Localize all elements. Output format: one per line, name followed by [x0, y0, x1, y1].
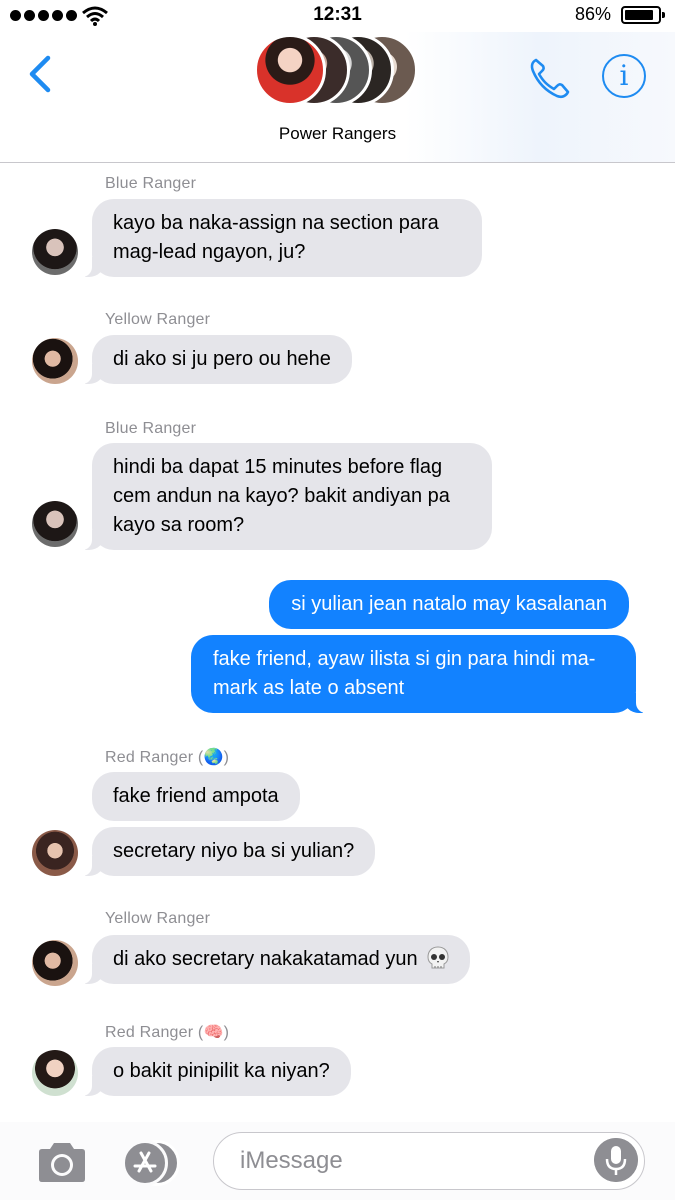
- sender-label: Blue Ranger: [105, 175, 197, 192]
- message-text: si yulian jean natalo may kasalanan: [291, 593, 607, 615]
- message-bubble[interactable]: hindi ba dapat 15 minutes before flag ce…: [80, 443, 492, 550]
- group-name[interactable]: Power Rangers: [0, 124, 675, 144]
- conversation-header: Power Rangers i: [0, 32, 675, 163]
- skull-icon: [427, 946, 449, 969]
- status-bar: 12:31 86%: [0, 0, 675, 32]
- message-text: di ako si ju pero ou hehe: [113, 348, 331, 370]
- sender-label: Red Ranger (🧠): [105, 1024, 230, 1041]
- avatar: [254, 34, 326, 106]
- message-text: di ako secretary nakakatamad yun: [113, 948, 418, 970]
- avatar: [32, 830, 78, 876]
- sender-label: Yellow Ranger: [105, 910, 211, 927]
- message-bubble[interactable]: kayo ba naka-assign na section para mag-…: [80, 199, 482, 277]
- sender-label: Red Ranger (🌏): [105, 749, 230, 766]
- message-bubble[interactable]: di ako secretary nakakatamad yun: [79, 935, 471, 984]
- sender-label: Blue Ranger: [105, 420, 197, 437]
- message-text: kayo ba naka-assign na section para mag-…: [113, 212, 439, 263]
- avatar: [32, 338, 78, 384]
- avatar: [32, 229, 78, 275]
- message-bubble[interactable]: secretary niyo ba si yulian?: [79, 827, 376, 876]
- avatar: [32, 501, 78, 547]
- microphone-icon[interactable]: [594, 1138, 638, 1182]
- message-text: o bakit pinipilit ka niyan?: [113, 1060, 330, 1082]
- input-placeholder: iMessage: [240, 1147, 343, 1174]
- group-avatars[interactable]: [254, 32, 424, 112]
- battery-percentage: 86%: [574, 4, 611, 24]
- app-store-button[interactable]: [122, 1140, 182, 1186]
- compose-bar: iMessage: [0, 1122, 675, 1200]
- back-button[interactable]: [24, 52, 58, 96]
- message-text: hindi ba dapat 15 minutes before flag ce…: [113, 456, 450, 536]
- info-icon[interactable]: i: [602, 54, 646, 98]
- message-text: secretary niyo ba si yulian?: [113, 840, 355, 862]
- avatar: [32, 940, 78, 986]
- message-bubble[interactable]: si yulian jean natalo may kasalanan: [269, 580, 629, 629]
- message-bubble[interactable]: di ako si ju pero ou hehe: [80, 335, 352, 384]
- sender-label: Yellow Ranger: [105, 311, 211, 328]
- message-bubble[interactable]: fake friend ampota: [92, 772, 300, 821]
- message-bubble[interactable]: fake friend, ayaw ilista si gin para hin…: [191, 635, 648, 713]
- message-bubble[interactable]: o bakit pinipilit ka niyan?: [80, 1047, 351, 1096]
- camera-icon[interactable]: [36, 1140, 88, 1184]
- imessage-input[interactable]: iMessage: [213, 1132, 645, 1190]
- phone-icon[interactable]: [526, 54, 574, 102]
- app-store-icon: [133, 1151, 157, 1173]
- status-time: 12:31: [313, 4, 362, 25]
- battery-icon: [621, 6, 665, 24]
- avatar: [32, 1050, 78, 1096]
- message-text: fake friend ampota: [113, 785, 279, 807]
- message-text: fake friend, ayaw ilista si gin para hin…: [213, 648, 596, 699]
